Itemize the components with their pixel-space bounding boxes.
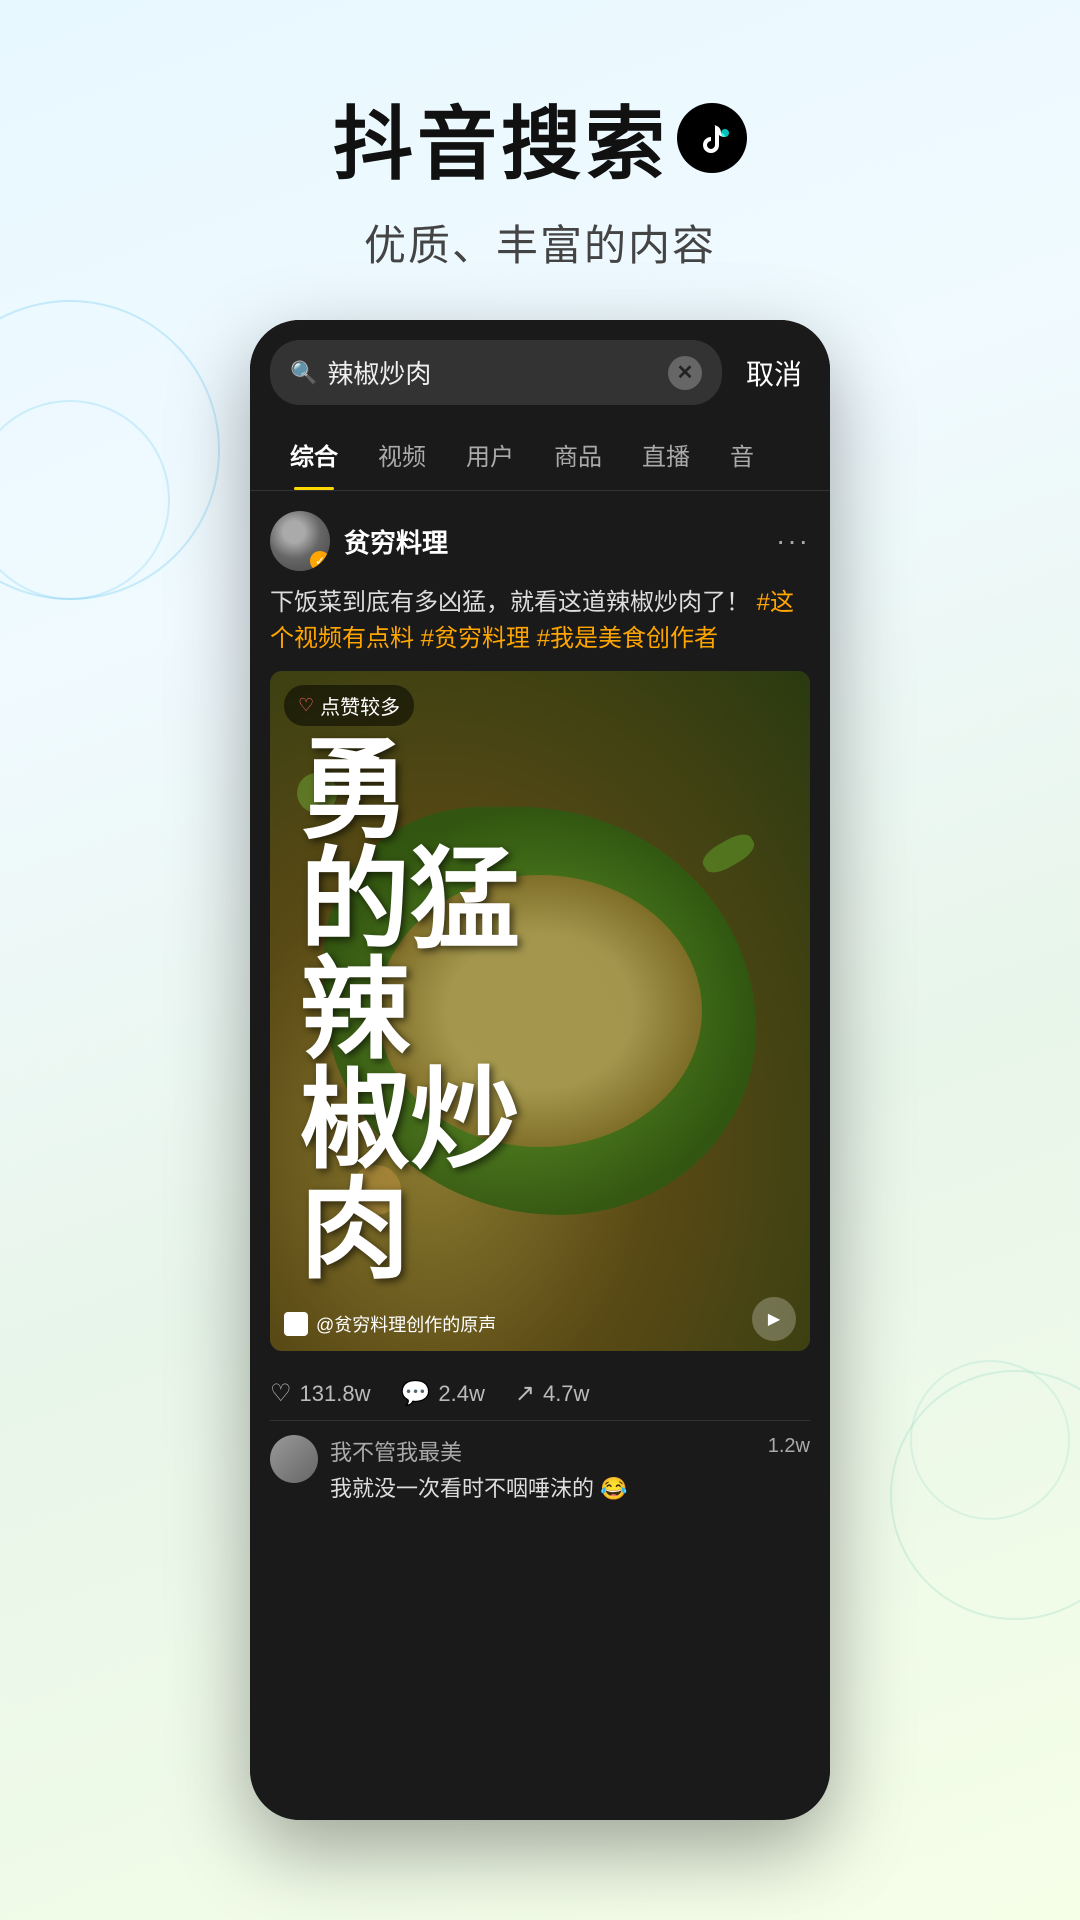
tab-user[interactable]: 用户 xyxy=(446,419,534,490)
comment-content: 我不管我最美 我就没一次看时不咽唾沫的 😂 xyxy=(330,1435,756,1503)
video-text-overlay: 勇的猛辣椒炒肉 xyxy=(270,671,810,1351)
comments-count-item[interactable]: 💬 2.4w xyxy=(400,1379,484,1408)
phone-screen: 🔍 辣椒炒肉 ✕ 取消 综合 视频 用户 商品 xyxy=(250,320,830,1820)
comment-count: 1.2w xyxy=(768,1435,810,1458)
username-text: 贫穷料理 xyxy=(344,523,762,560)
search-clear-button[interactable]: ✕ xyxy=(668,356,702,390)
header-area: 抖音搜索 优质、丰富的内容 xyxy=(0,0,1080,313)
likes-count-item[interactable]: ♡ 131.8w xyxy=(270,1379,370,1408)
app-name-text: 抖音搜索 xyxy=(333,80,669,196)
cancel-button[interactable]: 取消 xyxy=(738,353,810,393)
search-icon: 🔍 xyxy=(290,360,317,386)
bg-decoration-4 xyxy=(910,1360,1070,1520)
comment-icon: 💬 xyxy=(400,1379,430,1408)
comment-username: 我不管我最美 xyxy=(330,1435,756,1467)
more-options-button[interactable]: ··· xyxy=(776,525,810,557)
tab-video[interactable]: 视频 xyxy=(358,419,446,490)
hashtag-2[interactable]: #贫穷料理 xyxy=(421,625,530,652)
search-bar-area: 🔍 辣椒炒肉 ✕ 取消 xyxy=(250,320,830,405)
audio-text: @贫穷料理创作的原声 xyxy=(316,1311,496,1337)
comments-count: 2.4w xyxy=(438,1381,484,1407)
subtitle-text: 优质、丰富的内容 xyxy=(0,212,1080,273)
comment-preview: 我不管我最美 我就没一次看时不咽唾沫的 😂 1.2w xyxy=(270,1435,810,1503)
play-button[interactable]: ▶ xyxy=(752,1297,796,1341)
main-title: 抖音搜索 xyxy=(0,80,1080,196)
user-card: ✓ 贫穷料理 ··· xyxy=(270,511,810,571)
tiktok-small-icon: ♪ xyxy=(284,1312,308,1336)
search-box[interactable]: 🔍 辣椒炒肉 ✕ xyxy=(270,340,722,405)
phone-mockup: 🔍 辣椒炒肉 ✕ 取消 综合 视频 用户 商品 xyxy=(250,320,830,1820)
content-area: ✓ 贫穷料理 ··· 下饭菜到底有多凶猛，就看这道辣椒炒肉了！ #这个视频有点料… xyxy=(250,491,830,1523)
user-avatar: ✓ xyxy=(270,511,330,571)
like-icon: ♡ xyxy=(270,1379,292,1408)
phone-frame: 🔍 辣椒炒肉 ✕ 取消 综合 视频 用户 商品 xyxy=(250,320,830,1820)
post-description: 下饭菜到底有多凶猛，就看这道辣椒炒肉了！ #这个视频有点料 #贫穷料理 #我是美… xyxy=(270,585,810,657)
share-icon: ↗ xyxy=(515,1379,535,1408)
likes-count: 131.8w xyxy=(300,1381,371,1407)
video-thumbnail[interactable]: 勇的猛辣椒炒肉 ♡ 点赞较多 ♪ @贫穷料理创作的原声 ▶ xyxy=(270,671,810,1351)
tabs-bar: 综合 视频 用户 商品 直播 音 xyxy=(250,419,830,491)
likes-badge-text: 点赞较多 xyxy=(320,691,400,720)
tab-comprehensive[interactable]: 综合 xyxy=(270,419,358,490)
comment-text: 我就没一次看时不咽唾沫的 😂 xyxy=(330,1471,756,1503)
post-text: 下饭菜到底有多凶猛，就看这道辣椒炒肉了！ xyxy=(270,589,750,616)
shares-count-item[interactable]: ↗ 4.7w xyxy=(515,1379,590,1408)
shares-count: 4.7w xyxy=(543,1381,589,1407)
heart-icon: ♡ xyxy=(298,695,314,716)
video-big-text: 勇的猛辣椒炒肉 xyxy=(300,736,520,1286)
comment-avatar xyxy=(270,1435,318,1483)
search-query-text: 辣椒炒肉 xyxy=(327,354,658,391)
engagement-bar: ♡ 131.8w 💬 2.4w ↗ 4.7w xyxy=(270,1367,810,1421)
verified-badge: ✓ xyxy=(310,551,330,571)
hashtag-3[interactable]: #我是美食创作者 xyxy=(537,625,718,652)
tiktok-logo-icon xyxy=(677,103,747,173)
likes-badge: ♡ 点赞较多 xyxy=(284,685,414,726)
audio-info-bar: ♪ @贫穷料理创作的原声 xyxy=(284,1311,750,1337)
tab-audio[interactable]: 音 xyxy=(710,419,774,490)
tab-goods[interactable]: 商品 xyxy=(534,419,622,490)
tab-live[interactable]: 直播 xyxy=(622,419,710,490)
